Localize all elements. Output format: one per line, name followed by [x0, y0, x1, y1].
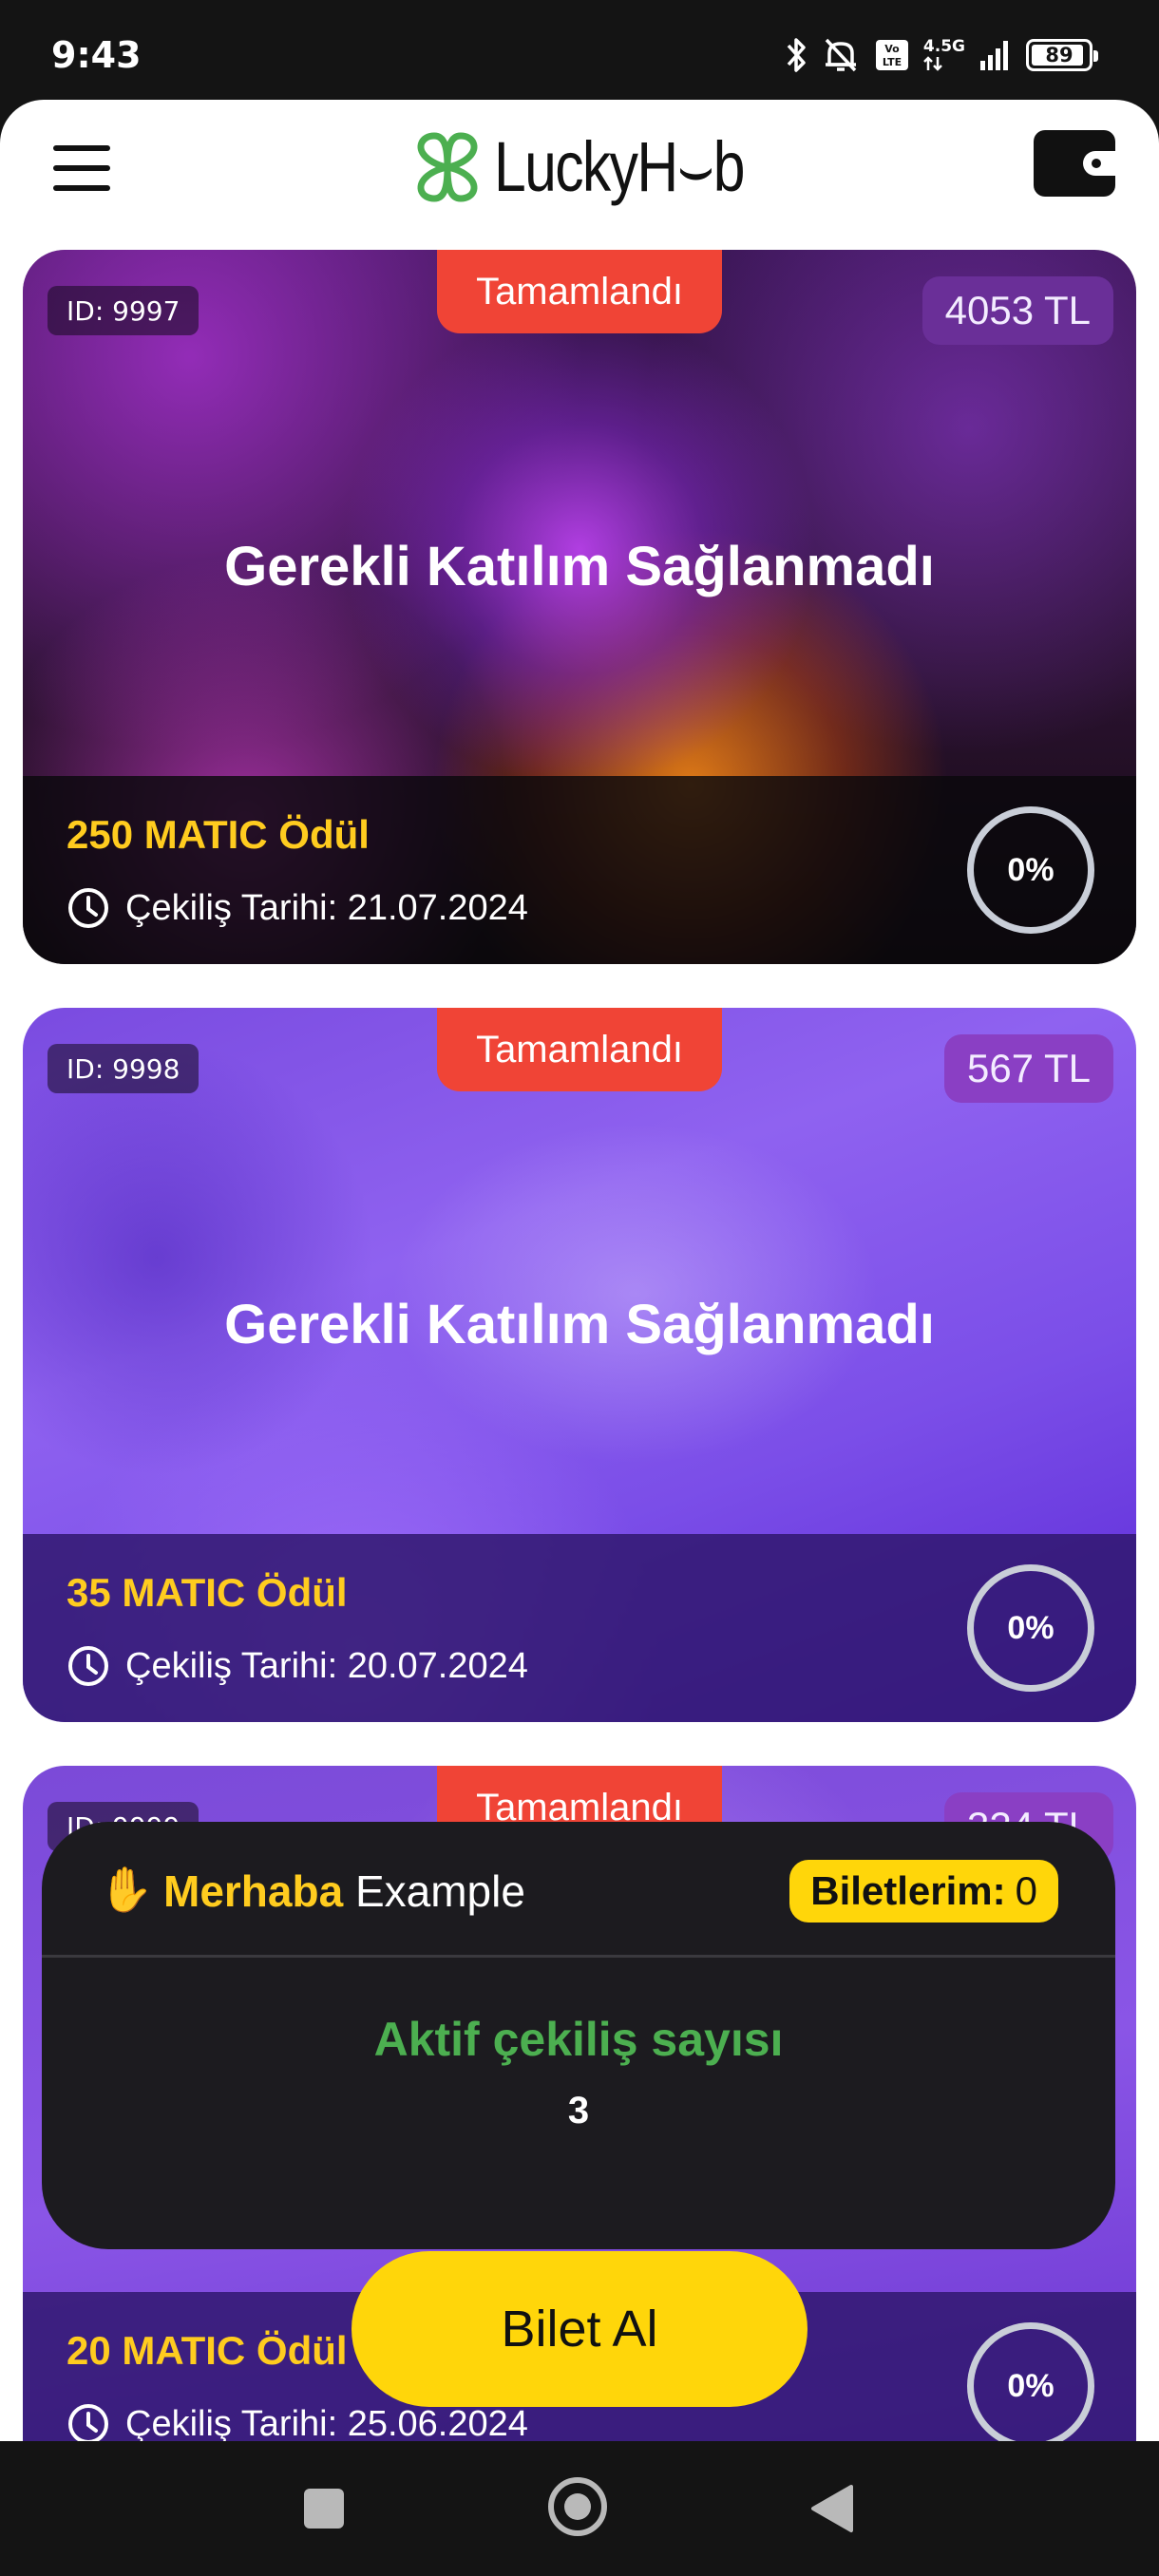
progress-ring: 0% [967, 2322, 1094, 2441]
greeting: Merhaba Example [163, 1866, 525, 1917]
buy-ticket-button[interactable]: Bilet Al [352, 2251, 808, 2407]
username: Example [354, 1866, 525, 1916]
bluetooth-icon [787, 38, 806, 72]
app-header: LuckyH⌣b [0, 100, 1159, 242]
network-indicator: 4.5G [922, 36, 965, 72]
prize-label: 250 MATIC Ödül [66, 812, 370, 857]
divider [42, 1955, 1115, 1958]
card-id: ID: 9998 [48, 1044, 200, 1093]
draw-date: Çekiliş Tarihi: 20.07.2024 [66, 1644, 528, 1688]
status-badge: Tamamlandı [437, 250, 722, 333]
signal-icon [980, 41, 1008, 70]
progress-ring: 0% [967, 806, 1094, 934]
network-type: 4.5G [922, 36, 965, 56]
card-message: Gerekli Katılım Sağlanmadı [224, 536, 935, 597]
logo-text: LuckyH⌣b [494, 126, 746, 206]
draw-date: Çekiliş Tarihi: 21.07.2024 [66, 886, 528, 930]
volte-icon: Vo LTE [875, 40, 908, 70]
raffle-card[interactable]: ID: 9998 Tamamlandı 567 TL Gerekli Katıl… [23, 1008, 1136, 1722]
battery-icon: 89 [1026, 39, 1098, 71]
logo: LuckyH⌣b [408, 124, 799, 210]
active-raffles-label: Aktif çekiliş sayısı [373, 2013, 784, 2066]
status-bar: 9:43 Vo LTE 4.5G 89 [0, 0, 1159, 100]
my-tickets-button[interactable]: Biletlerim: 0 [789, 1860, 1058, 1923]
clock-icon [68, 1646, 108, 1686]
draw-date-text: Çekiliş Tarihi: 25.06.2024 [125, 2403, 528, 2442]
clover-logo-icon [417, 132, 478, 202]
welcome-panel: ✋ Merhaba Example Biletlerim: 0 Aktif çe… [42, 1822, 1115, 2249]
active-raffles-count: 3 [567, 2090, 590, 2131]
svg-text:Vo: Vo [884, 43, 900, 55]
status-icons: Vo LTE 4.5G 89 [785, 32, 1098, 78]
back-icon[interactable] [808, 2483, 855, 2534]
recents-icon[interactable] [304, 2489, 344, 2529]
home-icon[interactable] [548, 2477, 607, 2536]
progress-ring: 0% [967, 1564, 1094, 1692]
draw-date: Çekiliş Tarihi: 25.06.2024 [66, 2402, 528, 2441]
draw-date-text: Çekiliş Tarihi: 20.07.2024 [125, 1645, 528, 1686]
mute-icon [825, 38, 857, 72]
wallet-icon[interactable] [1034, 130, 1115, 197]
greeting-hello: Merhaba [163, 1866, 344, 1916]
card-id: ID: 9997 [48, 286, 200, 335]
tickets-count: 0 [1015, 1868, 1037, 1913]
status-badge: Tamamlandı [437, 1008, 722, 1091]
price-badge: 567 TL [944, 1034, 1113, 1103]
prize-label: 20 MATIC Ödül [66, 2328, 348, 2373]
battery-level: 89 [1045, 44, 1074, 66]
draw-date-text: Çekiliş Tarihi: 21.07.2024 [125, 887, 528, 928]
price-badge: 4053 TL [922, 276, 1113, 345]
card-message: Gerekli Katılım Sağlanmadı [224, 1294, 935, 1355]
raffle-card[interactable]: ID: 9997 Tamamlandı 4053 TL Gerekli Katı… [23, 250, 1136, 964]
clock-icon [68, 2404, 108, 2441]
status-time: 9:43 [51, 34, 142, 76]
waving-hand-icon: ✋ [99, 1865, 154, 1914]
prize-label: 35 MATIC Ödül [66, 1570, 348, 1615]
system-nav-bar [0, 2441, 1159, 2576]
data-arrows-icon [923, 55, 942, 71]
svg-text:LTE: LTE [883, 56, 902, 68]
hamburger-menu-icon[interactable] [51, 138, 112, 199]
welcome-row: ✋ Merhaba Example Biletlerim: 0 [42, 1822, 1115, 1953]
tickets-label: Biletlerim: [810, 1868, 1006, 1913]
clock-icon [68, 888, 108, 928]
